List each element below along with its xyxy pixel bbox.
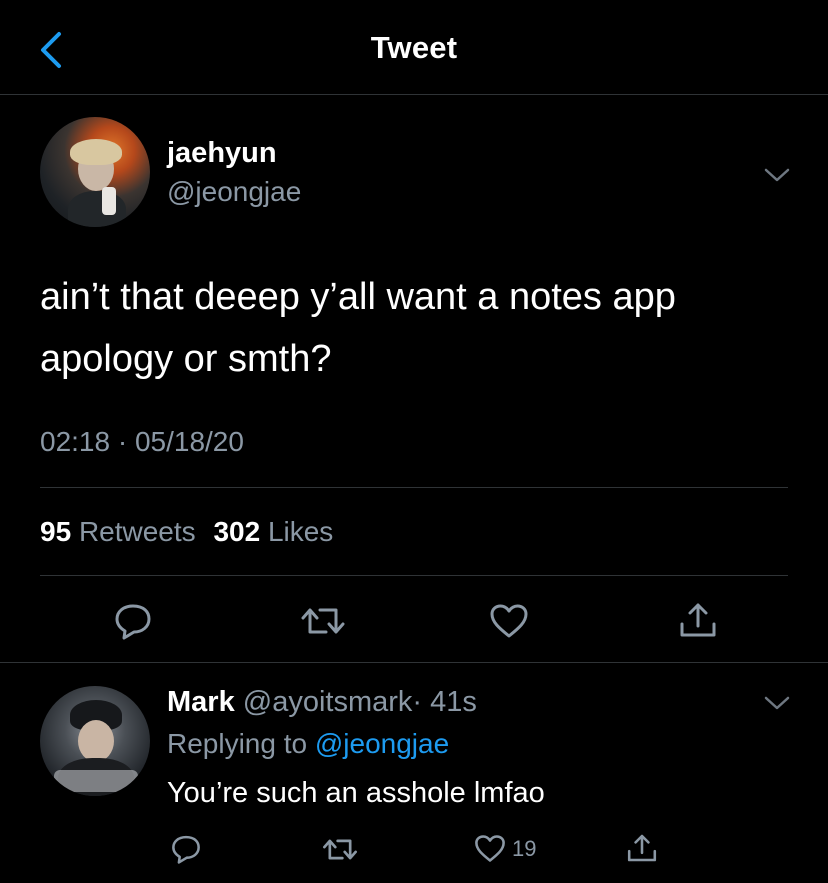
tweet-stats: 95 Retweets 302 Likes bbox=[40, 516, 333, 548]
likes-label[interactable]: Likes bbox=[268, 516, 333, 547]
reply-icon bbox=[115, 604, 151, 640]
author-avatar[interactable] bbox=[40, 117, 150, 227]
divider bbox=[40, 575, 788, 576]
author-name[interactable]: jaehyun bbox=[167, 137, 277, 170]
chevron-down-icon[interactable] bbox=[762, 165, 792, 185]
reply-time: · 41s bbox=[412, 686, 477, 718]
reply-icon bbox=[172, 835, 200, 864]
retweets-label[interactable]: Retweets bbox=[79, 516, 196, 547]
likes-count[interactable]: 302 bbox=[213, 516, 260, 547]
share-icon bbox=[627, 834, 657, 862]
reply-like-button[interactable]: 19 bbox=[474, 834, 536, 863]
retweet-icon bbox=[323, 839, 357, 860]
page-title: Tweet bbox=[370, 30, 458, 65]
like-button[interactable] bbox=[489, 603, 529, 639]
reply-button[interactable] bbox=[113, 602, 153, 640]
reply-text: You’re such an asshole lmfao bbox=[167, 777, 545, 809]
top-bar: Tweet bbox=[0, 0, 828, 95]
retweets-count[interactable]: 95 bbox=[40, 516, 71, 547]
reply-share-button[interactable] bbox=[626, 832, 658, 864]
tweet-timestamp: 02:18 · 05/18/20 bbox=[40, 426, 244, 457]
like-icon bbox=[475, 835, 505, 862]
divider bbox=[40, 487, 788, 488]
tweet-text: ain’t that deeep y’all want a notes app … bbox=[40, 276, 676, 380]
share-button[interactable] bbox=[678, 600, 718, 640]
reply-reply-button[interactable] bbox=[170, 834, 202, 864]
reply-author[interactable]: Mark @ayoitsmark· 41s bbox=[167, 686, 477, 719]
replying-prefix: Replying to bbox=[167, 728, 308, 759]
replying-to: Replying to @jeongjae bbox=[167, 728, 449, 760]
replying-mention[interactable]: @jeongjae bbox=[315, 728, 449, 759]
like-icon bbox=[490, 604, 528, 638]
retweet-button[interactable] bbox=[300, 604, 346, 638]
reply-like-count: 19 bbox=[512, 835, 537, 861]
share-icon bbox=[680, 603, 716, 637]
reply-author-name[interactable]: Mark bbox=[167, 686, 235, 718]
author-handle[interactable]: @jeongjae bbox=[167, 176, 301, 208]
reply-author-handle[interactable]: @ayoitsmark bbox=[243, 686, 413, 718]
retweet-icon bbox=[301, 608, 345, 634]
reply-author-avatar[interactable] bbox=[40, 686, 150, 796]
chevron-down-icon[interactable] bbox=[762, 693, 792, 713]
divider bbox=[0, 662, 828, 663]
reply-retweet-button[interactable] bbox=[322, 836, 358, 863]
